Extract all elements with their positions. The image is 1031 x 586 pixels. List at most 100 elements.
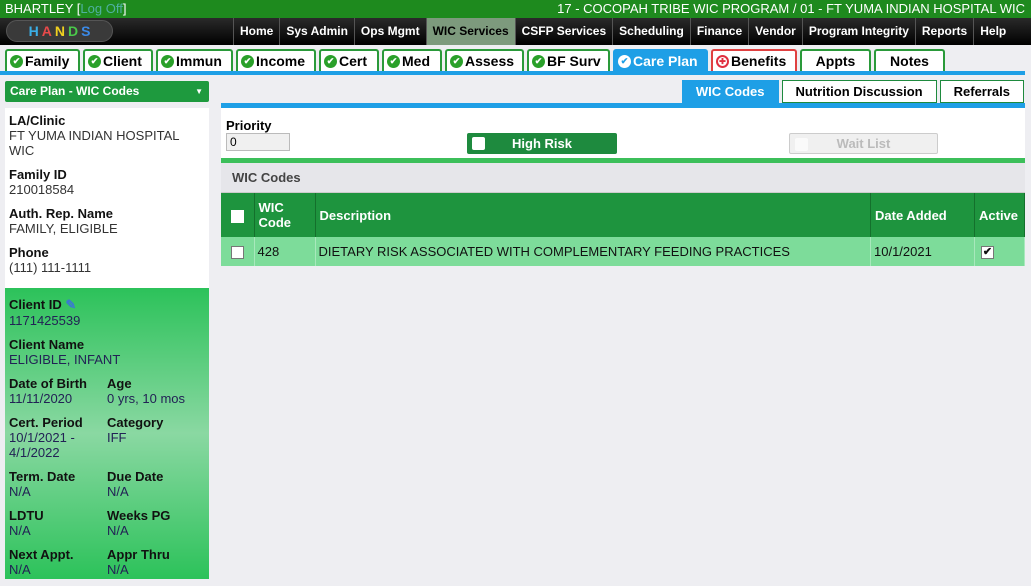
log-off-link[interactable]: Log Off bbox=[80, 1, 122, 16]
tab-immun[interactable]: ✔Immun bbox=[156, 49, 233, 71]
client-name-label: Client Name bbox=[9, 337, 205, 352]
tab-assess[interactable]: ✔Assess bbox=[445, 49, 524, 71]
appr-thru-value: N/A bbox=[107, 562, 205, 577]
main-nav: HANDS Home Sys Admin Ops Mgmt WIC Servic… bbox=[0, 18, 1031, 45]
alert-icon: ✚ bbox=[716, 55, 729, 68]
check-icon: ✔ bbox=[161, 55, 174, 68]
subtab-referrals[interactable]: Referrals bbox=[940, 80, 1024, 103]
table-header: WIC Code Description Date Added Active bbox=[221, 193, 1025, 237]
grid-title: WIC Codes bbox=[221, 163, 1025, 193]
family-id-value: 210018584 bbox=[9, 182, 205, 197]
cell-date-added: 10/1/2021 bbox=[871, 237, 975, 266]
nav-reports[interactable]: Reports bbox=[915, 18, 973, 45]
select-all-checkbox[interactable] bbox=[231, 210, 244, 223]
due-date-label: Due Date bbox=[107, 469, 205, 484]
age-value: 0 yrs, 10 mos bbox=[107, 391, 205, 406]
family-info: LA/ClinicFT YUMA INDIAN HOSPITAL WIC Fam… bbox=[5, 108, 209, 288]
top-bar: BHARTLEY [Log Off] 17 - COCOPAH TRIBE WI… bbox=[0, 0, 1031, 18]
next-appt-label: Next Appt. bbox=[9, 547, 107, 562]
nav-help[interactable]: Help bbox=[973, 18, 1012, 45]
checkbox-icon bbox=[795, 138, 808, 151]
edit-pencil-icon[interactable]: ✎ bbox=[65, 297, 76, 312]
tab-client[interactable]: ✔Client bbox=[83, 49, 153, 71]
category-value: IFF bbox=[107, 430, 205, 445]
header-description[interactable]: Description bbox=[315, 193, 871, 237]
client-info: Client ID ✎1171425539 Client NameELIGIBL… bbox=[5, 288, 209, 579]
auth-rep-value: FAMILY, ELIGIBLE bbox=[9, 221, 205, 236]
nav-home[interactable]: Home bbox=[233, 18, 279, 45]
cell-description: DIETARY RISK ASSOCIATED WITH COMPLEMENTA… bbox=[315, 237, 871, 266]
chevron-down-icon: ▼ bbox=[195, 81, 203, 102]
subtab-wic-codes[interactable]: WIC Codes bbox=[682, 80, 779, 103]
check-icon: ✔ bbox=[10, 55, 23, 68]
user-info: BHARTLEY [Log Off] bbox=[5, 0, 126, 18]
wic-codes-table: WIC Code Description Date Added Active 4… bbox=[221, 193, 1025, 266]
ldtu-value: N/A bbox=[9, 523, 107, 538]
tab-med[interactable]: ✔Med bbox=[382, 49, 442, 71]
check-icon: ✔ bbox=[387, 55, 400, 68]
hands-logo: HANDS bbox=[6, 20, 113, 42]
auth-rep-label: Auth. Rep. Name bbox=[9, 206, 205, 221]
nav-program-integrity[interactable]: Program Integrity bbox=[802, 18, 915, 45]
row-checkbox[interactable] bbox=[231, 246, 244, 259]
check-icon: ✔ bbox=[241, 55, 254, 68]
tab-bf-surv[interactable]: ✔BF Surv bbox=[527, 49, 610, 71]
tab-cert[interactable]: ✔Cert bbox=[319, 49, 379, 71]
phone-label: Phone bbox=[9, 245, 205, 260]
nav-finance[interactable]: Finance bbox=[690, 18, 748, 45]
check-icon: ✔ bbox=[324, 55, 337, 68]
tab-family[interactable]: ✔Family bbox=[5, 49, 80, 71]
tab-income[interactable]: ✔Income bbox=[236, 49, 316, 71]
client-id-value: 1171425539 bbox=[9, 313, 205, 328]
cert-period-value: 10/1/2021 - 4/1/2022 bbox=[9, 430, 89, 460]
header-wic-code[interactable]: WIC Code bbox=[254, 193, 315, 237]
priority-section: Priority0 High Risk Wait List bbox=[221, 108, 1025, 158]
high-risk-toggle[interactable]: High Risk bbox=[467, 133, 617, 154]
la-clinic-value: FT YUMA INDIAN HOSPITAL WIC bbox=[9, 128, 205, 158]
appr-thru-label: Appr Thru bbox=[107, 547, 205, 562]
active-checkbox[interactable]: ✔ bbox=[981, 246, 994, 259]
tab-underline bbox=[0, 71, 1025, 75]
nav-wic-services[interactable]: WIC Services bbox=[426, 18, 515, 45]
dob-value: 11/11/2020 bbox=[9, 391, 107, 406]
priority-input[interactable]: 0 bbox=[226, 133, 290, 151]
table-row: 428 DIETARY RISK ASSOCIATED WITH COMPLEM… bbox=[221, 237, 1025, 266]
weeks-pg-label: Weeks PG bbox=[107, 508, 205, 523]
priority-label: Priority bbox=[226, 118, 290, 133]
phone-value: (111) 111-1111 bbox=[9, 260, 205, 275]
family-id-label: Family ID bbox=[9, 167, 205, 182]
nav-csfp-services[interactable]: CSFP Services bbox=[515, 18, 613, 45]
client-name-value: ELIGIBLE, INFANT bbox=[9, 352, 205, 367]
wait-list-toggle[interactable]: Wait List bbox=[789, 133, 938, 154]
nav-scheduling[interactable]: Scheduling bbox=[612, 18, 690, 45]
header-active[interactable]: Active bbox=[975, 193, 1025, 237]
term-date-value: N/A bbox=[9, 484, 107, 499]
checkbox-icon bbox=[472, 137, 485, 150]
check-icon: ✔ bbox=[88, 55, 101, 68]
care-plan-dropdown[interactable]: Care Plan - WIC Codes▼ bbox=[5, 81, 209, 102]
subtab-nutrition-discussion[interactable]: Nutrition Discussion bbox=[782, 80, 937, 103]
cell-wic-code: 428 bbox=[254, 237, 315, 266]
due-date-value: N/A bbox=[107, 484, 205, 499]
next-appt-value: N/A bbox=[9, 562, 107, 577]
tab-notes[interactable]: Notes bbox=[874, 49, 945, 71]
check-icon: ✔ bbox=[618, 55, 631, 68]
dob-label: Date of Birth bbox=[9, 376, 107, 391]
program-title: 17 - COCOPAH TRIBE WIC PROGRAM / 01 - FT… bbox=[557, 0, 1025, 18]
cert-period-label: Cert. Period bbox=[9, 415, 107, 430]
check-icon: ✔ bbox=[450, 55, 463, 68]
age-label: Age bbox=[107, 376, 205, 391]
category-label: Category bbox=[107, 415, 205, 430]
tab-appts[interactable]: Appts bbox=[800, 49, 871, 71]
tab-care-plan[interactable]: ✔Care Plan bbox=[613, 49, 708, 71]
nav-vendor[interactable]: Vendor bbox=[748, 18, 802, 45]
weeks-pg-value: N/A bbox=[107, 523, 205, 538]
tab-benefits[interactable]: ✚Benefits bbox=[711, 49, 797, 71]
nav-ops-mgmt[interactable]: Ops Mgmt bbox=[354, 18, 426, 45]
header-date-added[interactable]: Date Added bbox=[871, 193, 975, 237]
term-date-label: Term. Date bbox=[9, 469, 107, 484]
la-clinic-label: LA/Clinic bbox=[9, 113, 205, 128]
nav-sys-admin[interactable]: Sys Admin bbox=[279, 18, 354, 45]
username: BHARTLEY bbox=[5, 1, 73, 16]
ldtu-label: LDTU bbox=[9, 508, 107, 523]
